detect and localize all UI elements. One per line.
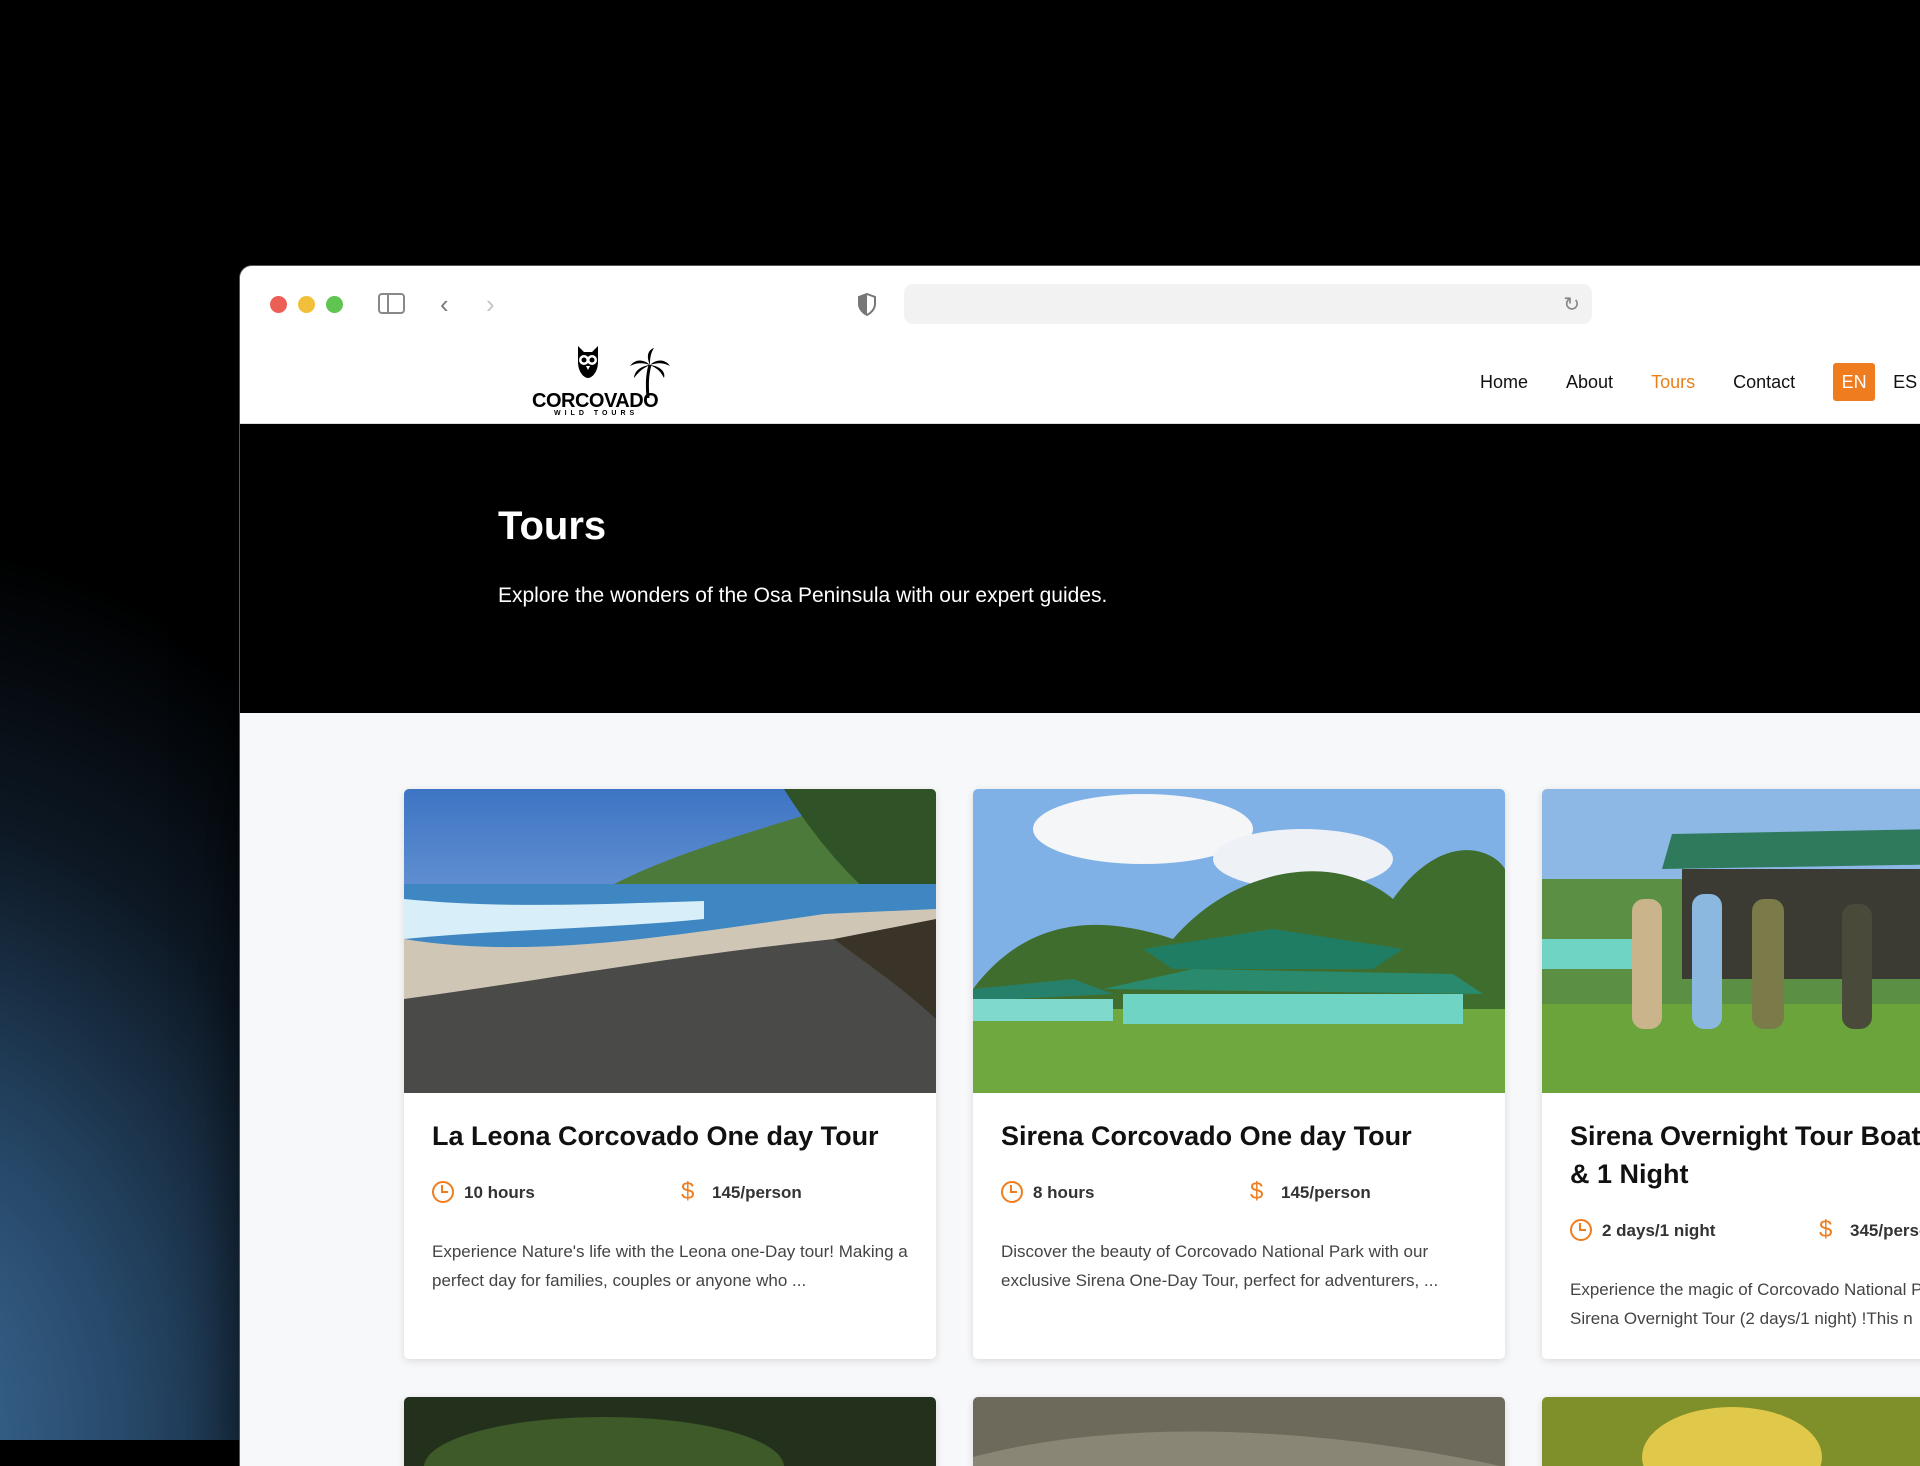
tour-price: 345/person [1850, 1221, 1920, 1240]
dollar-icon: $ [1819, 1216, 1833, 1243]
tour-meta: 8 hours $ 145/person [1001, 1178, 1505, 1205]
hero-banner: Tours Explore the wonders of the Osa Pen… [240, 424, 1920, 713]
tour-card[interactable]: Sirena Overnight Tour Boat in 2 Days & 1… [1542, 789, 1920, 1359]
minimize-window-button[interactable] [298, 296, 315, 313]
dollar-icon: $ [681, 1178, 695, 1205]
tour-photo-partial [973, 1397, 1505, 1466]
nav-contact[interactable]: Contact [1733, 372, 1795, 393]
nav-about[interactable]: About [1566, 372, 1613, 393]
reload-icon[interactable]: ↻ [1563, 292, 1580, 317]
forward-icon[interactable]: › [486, 290, 495, 318]
language-es-button[interactable]: ES [1893, 372, 1917, 393]
tour-description: Experience Nature's life with the Leona … [432, 1242, 908, 1290]
zoom-window-button[interactable] [326, 296, 343, 313]
tour-card[interactable]: Sirena Corcovado One day Tour 8 hours $ … [973, 789, 1505, 1359]
tour-photo-partial [404, 1397, 936, 1466]
tour-meta: 10 hours $ 145/person [432, 1178, 936, 1205]
tour-photo-beach [404, 789, 936, 1093]
tour-title[interactable]: Sirena Corcovado One day Tour [1001, 1117, 1501, 1155]
tour-duration: 10 hours [464, 1183, 535, 1202]
browser-toolbar: ‹ › ↻ [240, 266, 1920, 340]
tour-price: 145/person [712, 1183, 802, 1202]
tour-photo-ranger-station [973, 789, 1505, 1093]
back-icon[interactable]: ‹ [440, 290, 449, 318]
site-header: CORCOVADO WILD TOURS Home About Tours Co… [240, 340, 1920, 424]
tours-grid: La Leona Corcovado One day Tour 10 hours… [240, 713, 1920, 1466]
tour-card-next-row[interactable] [973, 1397, 1505, 1466]
language-en-button[interactable]: EN [1833, 363, 1876, 401]
page-title: Tours [498, 504, 607, 548]
sidebar-toggle-icon[interactable] [378, 293, 405, 314]
main-nav: Home About Tours Contact EN ES [1480, 340, 1917, 424]
nav-tours[interactable]: Tours [1651, 372, 1695, 393]
tour-card-next-row[interactable] [1542, 1397, 1920, 1466]
logo-tagline: WILD TOURS [554, 410, 639, 417]
browser-window: ‹ › ↻ CORCOVADO WILD TOURS Home About To… [240, 266, 1920, 1466]
tour-photo-group [1542, 789, 1920, 1093]
clock-icon [1001, 1181, 1023, 1203]
clock-icon [432, 1181, 454, 1203]
tour-title[interactable]: La Leona Corcovado One day Tour [432, 1117, 932, 1155]
address-bar[interactable]: ↻ [904, 284, 1592, 324]
nav-home[interactable]: Home [1480, 372, 1528, 393]
tour-duration: 8 hours [1033, 1183, 1095, 1202]
tour-title[interactable]: Sirena Overnight Tour Boat in 2 Days & 1… [1570, 1117, 1920, 1193]
privacy-shield-icon[interactable] [857, 293, 877, 316]
tour-price: 145/person [1281, 1183, 1371, 1202]
tour-meta: 2 days/1 night $ 345/person [1570, 1216, 1920, 1243]
tour-duration: 2 days/1 night [1602, 1221, 1716, 1240]
tour-photo-partial [1542, 1397, 1920, 1466]
clock-icon [1570, 1219, 1592, 1241]
dollar-icon: $ [1250, 1178, 1264, 1205]
close-window-button[interactable] [270, 296, 287, 313]
tour-description: Experience the magic of Corcovado Nation… [1570, 1280, 1920, 1328]
site-logo[interactable]: CORCOVADO WILD TOURS [530, 340, 670, 424]
tour-description: Discover the beauty of Corcovado Nationa… [1001, 1242, 1439, 1290]
tour-card-next-row[interactable] [404, 1397, 936, 1466]
page-subtitle: Explore the wonders of the Osa Peninsula… [498, 584, 1108, 607]
tour-card[interactable]: La Leona Corcovado One day Tour 10 hours… [404, 789, 936, 1359]
